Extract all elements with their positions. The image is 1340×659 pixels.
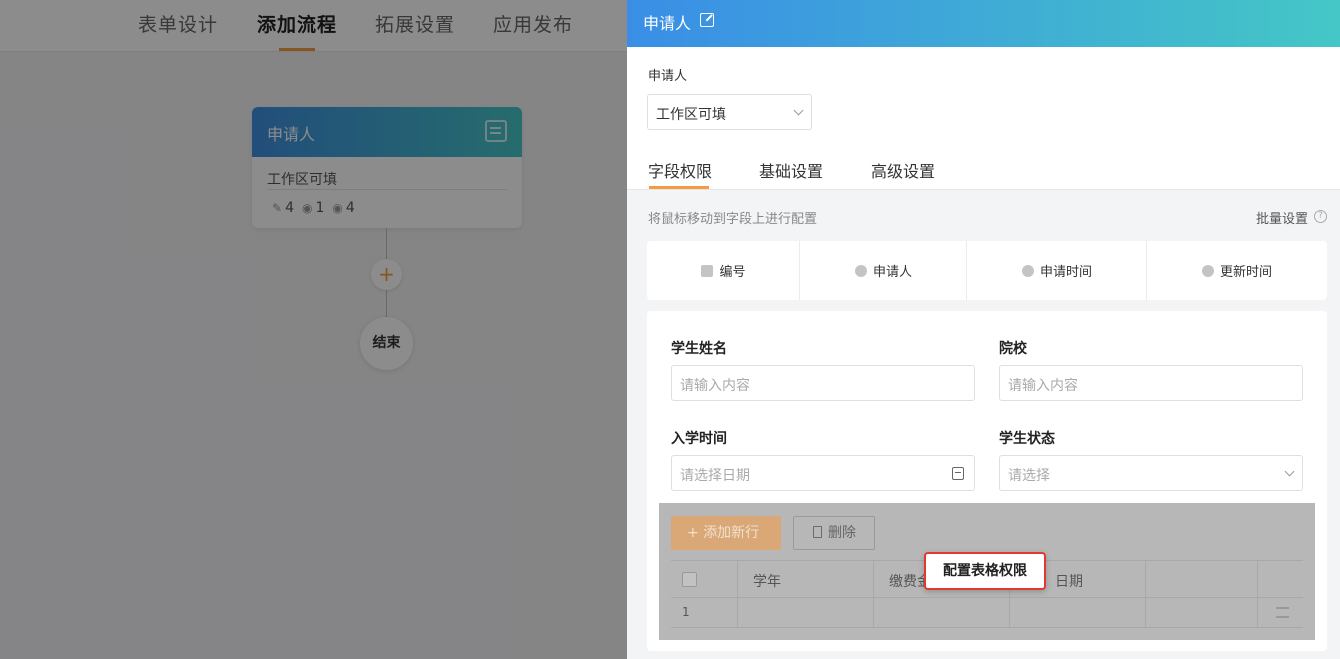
divider [1257, 561, 1258, 599]
divider [873, 561, 874, 599]
student-status-placeholder: 请选择 [1008, 468, 1050, 484]
enroll-date-picker[interactable]: 请选择日期 [671, 455, 975, 491]
column-header-date: 日期 [1055, 574, 1083, 590]
system-field-label: 更新时间 [1219, 265, 1272, 280]
divider [1009, 598, 1010, 628]
clock-icon [1021, 264, 1034, 277]
chevron-down-icon [793, 105, 804, 116]
applicant-label: 申请人 [648, 69, 688, 84]
batch-settings-button[interactable]: 批量设置 [1256, 208, 1308, 227]
add-row-button[interactable]: + 添加新行 [671, 516, 781, 550]
system-field-number[interactable]: 编号 [647, 241, 800, 300]
school-placeholder: 请输入内容 [1008, 378, 1078, 394]
student-name-label: 学生姓名 [671, 341, 727, 357]
delete-button[interactable]: 删除 [793, 516, 875, 550]
system-field-applicant[interactable]: 申请人 [800, 241, 967, 300]
person-icon [854, 264, 867, 277]
node-config-drawer: 申请人 申请人 工作区可填 字段权限 基础设置 高级设置 将鼠标移动到字段上进行… [627, 0, 1340, 659]
add-row-label: 添加新行 [703, 525, 760, 541]
enroll-date-placeholder: 请选择日期 [680, 468, 750, 484]
modal-overlay[interactable] [0, 0, 627, 659]
divider [1257, 598, 1258, 628]
row-edit-icon[interactable] [1276, 607, 1289, 618]
drawer-header: 申请人 [627, 0, 1340, 47]
config-hint: 将鼠标移动到字段上进行配置 [648, 212, 818, 227]
delete-label: 删除 [828, 525, 856, 541]
trash-icon [813, 526, 822, 538]
tab-advanced-settings[interactable]: 高级设置 [871, 158, 935, 182]
subtable-section[interactable]: + 添加新行 删除 学年 缴费金 日期 1 配置表格权限 [659, 503, 1315, 640]
system-field-label: 申请时间 [1039, 265, 1092, 280]
system-field-label: 编号 [719, 265, 746, 280]
help-icon[interactable]: ? [1314, 210, 1327, 223]
id-icon [701, 264, 714, 277]
table-row: 1 [671, 598, 1303, 628]
form-fields-card: 学生姓名 请输入内容 院校 请输入内容 入学时间 请选择日期 学生状态 请选择 … [647, 311, 1327, 651]
enroll-time-label: 入学时间 [671, 431, 727, 447]
configure-table-permissions-button[interactable]: 配置表格权限 [924, 552, 1046, 590]
refresh-clock-icon [1201, 264, 1214, 277]
divider [1145, 598, 1146, 628]
student-name-placeholder: 请输入内容 [680, 378, 750, 394]
system-field-apply-time[interactable]: 申请时间 [967, 241, 1147, 300]
row-index: 1 [682, 605, 690, 619]
divider [1145, 561, 1146, 599]
tab-basic-settings[interactable]: 基础设置 [759, 158, 823, 182]
drawer-settings-section: 申请人 工作区可填 字段权限 基础设置 高级设置 [627, 47, 1340, 190]
drawer-title: 申请人 [643, 14, 692, 33]
student-name-input[interactable]: 请输入内容 [671, 365, 975, 401]
tab-field-permissions[interactable]: 字段权限 [648, 158, 712, 182]
system-field-update-time[interactable]: 更新时间 [1147, 241, 1327, 300]
system-fields-row: 编号 申请人 申请时间 更新时间 [647, 241, 1327, 300]
student-status-select[interactable]: 请选择 [999, 455, 1303, 491]
select-all-checkbox[interactable] [682, 572, 697, 587]
active-tab-indicator [649, 186, 709, 189]
edit-icon[interactable] [700, 13, 714, 27]
school-input[interactable]: 请输入内容 [999, 365, 1303, 401]
applicant-select-value: 工作区可填 [656, 107, 726, 123]
chevron-down-icon [1284, 466, 1295, 477]
school-label: 院校 [999, 341, 1027, 357]
calendar-icon [952, 467, 964, 480]
divider [873, 598, 874, 628]
divider [737, 561, 738, 599]
divider [737, 598, 738, 628]
student-status-label: 学生状态 [999, 431, 1055, 447]
column-header-year: 学年 [753, 574, 781, 590]
system-field-label: 申请人 [872, 265, 912, 280]
applicant-select[interactable]: 工作区可填 [647, 94, 812, 130]
